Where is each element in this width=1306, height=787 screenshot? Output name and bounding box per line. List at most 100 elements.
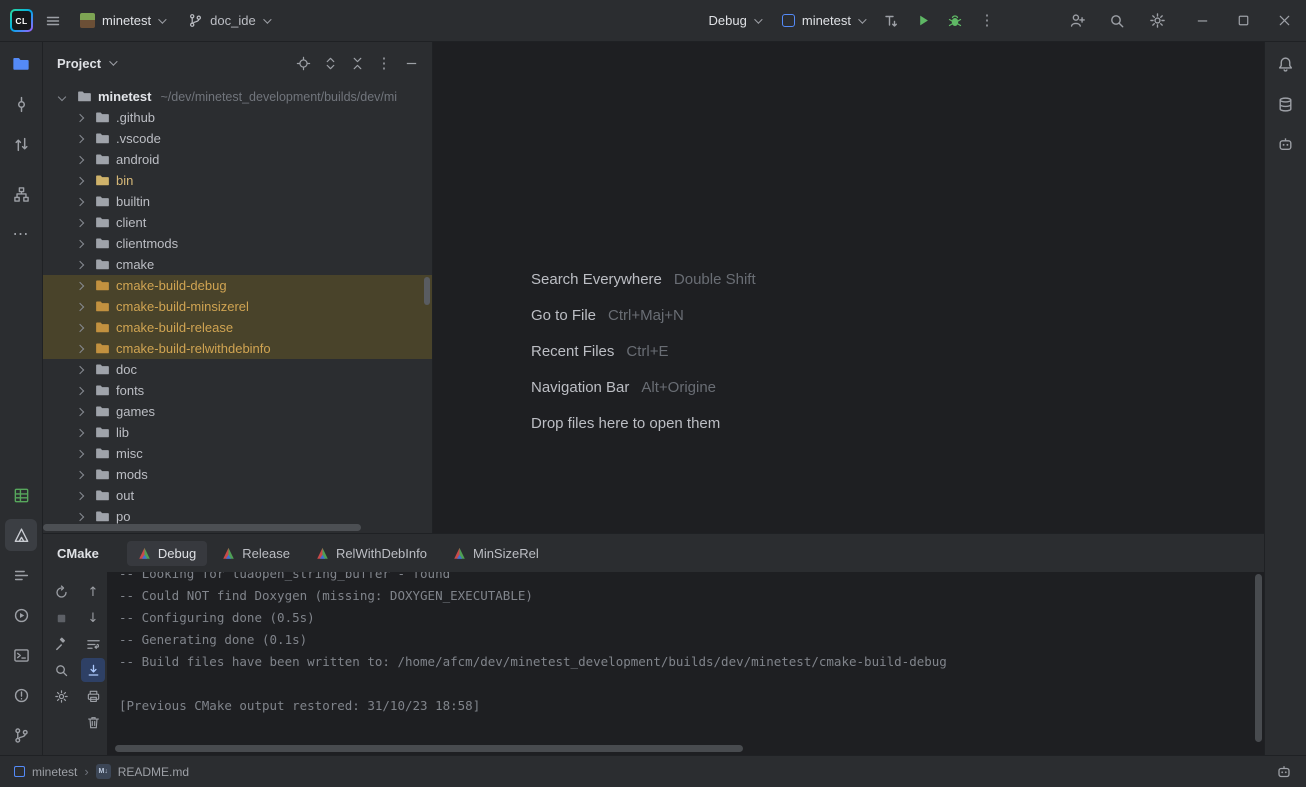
- cmake-settings-button[interactable]: [49, 632, 73, 656]
- hide-panel-button[interactable]: [398, 50, 424, 76]
- chevron-right-icon[interactable]: [76, 449, 84, 457]
- cmake-tab-minsizerel[interactable]: MinSizeRel: [442, 541, 550, 566]
- chevron-right-icon[interactable]: [76, 302, 84, 310]
- cmake-tab-debug[interactable]: Debug: [127, 541, 207, 566]
- expand-all-button[interactable]: [317, 50, 343, 76]
- run-button[interactable]: [909, 7, 937, 35]
- tree-row-.github[interactable]: .github: [43, 107, 432, 128]
- select-opened-file-button[interactable]: [290, 50, 316, 76]
- chevron-right-icon[interactable]: [76, 113, 84, 121]
- todo-tool-button[interactable]: [5, 559, 37, 591]
- collapse-all-button[interactable]: [344, 50, 370, 76]
- chevron-right-icon[interactable]: [76, 365, 84, 373]
- project-panel-title-button[interactable]: Project: [57, 56, 115, 71]
- scroll-up-button[interactable]: ↑: [81, 580, 105, 604]
- cmake-tab-relwithdebinfo[interactable]: RelWithDebInfo: [305, 541, 438, 566]
- ai-assistant-button[interactable]: [1270, 128, 1302, 160]
- chevron-right-icon[interactable]: [76, 197, 84, 205]
- table-tool-button[interactable]: [5, 479, 37, 511]
- scroll-to-end-button[interactable]: [81, 658, 105, 682]
- commit-tool-button[interactable]: [5, 88, 37, 120]
- chevron-right-icon[interactable]: [76, 260, 84, 268]
- tree-row-cmake-build-minsizerel[interactable]: cmake-build-minsizerel: [43, 296, 432, 317]
- tree-row-client[interactable]: client: [43, 212, 432, 233]
- chevron-right-icon[interactable]: [76, 428, 84, 436]
- chevron-right-icon[interactable]: [76, 491, 84, 499]
- chevron-right-icon[interactable]: [76, 470, 84, 478]
- stop-button[interactable]: [49, 606, 73, 630]
- breadcrumb-file[interactable]: README.md: [118, 765, 189, 779]
- debug-button[interactable]: [941, 7, 969, 35]
- console-settings-button[interactable]: [49, 684, 73, 708]
- tree-row-cmake-build-release[interactable]: cmake-build-release: [43, 317, 432, 338]
- editor-area[interactable]: Search EverywhereDouble ShiftGo to FileC…: [433, 42, 1264, 533]
- print-button[interactable]: [81, 684, 105, 708]
- project-selector[interactable]: minetest: [71, 8, 173, 33]
- main-menu-button[interactable]: [39, 7, 67, 35]
- branch-selector[interactable]: doc_ide: [179, 8, 278, 33]
- run-mode-selector[interactable]: Debug: [700, 8, 769, 33]
- more-actions-button[interactable]: ⋮: [973, 7, 1001, 35]
- cmake-console[interactable]: -- Looking for luaopen_string_buffer - f…: [107, 572, 1264, 755]
- project-panel-more-button[interactable]: ⋮: [371, 50, 397, 76]
- profiler-button[interactable]: [877, 7, 905, 35]
- chevron-right-icon[interactable]: [76, 176, 84, 184]
- chevron-down-icon[interactable]: [58, 92, 66, 100]
- soft-wrap-button[interactable]: [81, 632, 105, 656]
- minimize-button[interactable]: [1195, 13, 1210, 28]
- services-tool-button[interactable]: [5, 599, 37, 631]
- chevron-right-icon[interactable]: [76, 218, 84, 226]
- tree-row-games[interactable]: games: [43, 401, 432, 422]
- pull-requests-tool-button[interactable]: [5, 128, 37, 160]
- cmake-tool-button[interactable]: [5, 519, 37, 551]
- tree-row-cmake[interactable]: cmake: [43, 254, 432, 275]
- search-everywhere-button[interactable]: [1103, 7, 1131, 35]
- tree-row-android[interactable]: android: [43, 149, 432, 170]
- git-tool-button[interactable]: [5, 719, 37, 751]
- reload-cmake-button[interactable]: [49, 580, 73, 604]
- run-configuration-selector[interactable]: minetest: [773, 8, 873, 33]
- chevron-right-icon[interactable]: [76, 386, 84, 394]
- chevron-right-icon[interactable]: [76, 344, 84, 352]
- tree-row-misc[interactable]: misc: [43, 443, 432, 464]
- chevron-right-icon[interactable]: [76, 239, 84, 247]
- project-tree-vertical-scrollbar[interactable]: [424, 277, 430, 305]
- project-tree-horizontal-scrollbar[interactable]: [43, 524, 361, 531]
- breadcrumb-project[interactable]: minetest: [32, 765, 77, 779]
- chevron-right-icon[interactable]: [76, 134, 84, 142]
- problems-tool-button[interactable]: [5, 679, 37, 711]
- maximize-button[interactable]: [1236, 13, 1251, 28]
- scroll-down-button[interactable]: ↓: [81, 606, 105, 630]
- chevron-right-icon[interactable]: [76, 512, 84, 520]
- terminal-tool-button[interactable]: [5, 639, 37, 671]
- tree-row-lib[interactable]: lib: [43, 422, 432, 443]
- tree-row-clientmods[interactable]: clientmods: [43, 233, 432, 254]
- ai-assistant-status-button[interactable]: [1276, 764, 1292, 780]
- tree-row-cmake-build-relwithdebinfo[interactable]: cmake-build-relwithdebinfo: [43, 338, 432, 359]
- console-vertical-scrollbar[interactable]: [1255, 574, 1262, 742]
- database-tool-button[interactable]: [1270, 88, 1302, 120]
- chevron-right-icon[interactable]: [76, 281, 84, 289]
- tree-row-out[interactable]: out: [43, 485, 432, 506]
- chevron-right-icon[interactable]: [76, 323, 84, 331]
- find-button[interactable]: [49, 658, 73, 682]
- code-with-me-button[interactable]: [1063, 7, 1091, 35]
- tree-row-mods[interactable]: mods: [43, 464, 432, 485]
- tree-row-bin[interactable]: bin: [43, 170, 432, 191]
- tree-row-minetest[interactable]: minetest~/dev/minetest_development/build…: [43, 86, 432, 107]
- tree-row-doc[interactable]: doc: [43, 359, 432, 380]
- tree-row-fonts[interactable]: fonts: [43, 380, 432, 401]
- tree-row-cmake-build-debug[interactable]: cmake-build-debug: [43, 275, 432, 296]
- console-horizontal-scrollbar[interactable]: [115, 745, 743, 752]
- chevron-right-icon[interactable]: [76, 155, 84, 163]
- notifications-button[interactable]: [1270, 48, 1302, 80]
- chevron-right-icon[interactable]: [76, 407, 84, 415]
- close-button[interactable]: [1277, 13, 1292, 28]
- tree-row-builtin[interactable]: builtin: [43, 191, 432, 212]
- structure-tool-button[interactable]: [5, 178, 37, 210]
- clear-all-button[interactable]: [81, 710, 105, 734]
- cmake-tab-release[interactable]: Release: [211, 541, 301, 566]
- settings-button[interactable]: [1143, 7, 1171, 35]
- project-tool-button[interactable]: [5, 48, 37, 80]
- more-tool-windows-button[interactable]: ⋯: [5, 218, 37, 250]
